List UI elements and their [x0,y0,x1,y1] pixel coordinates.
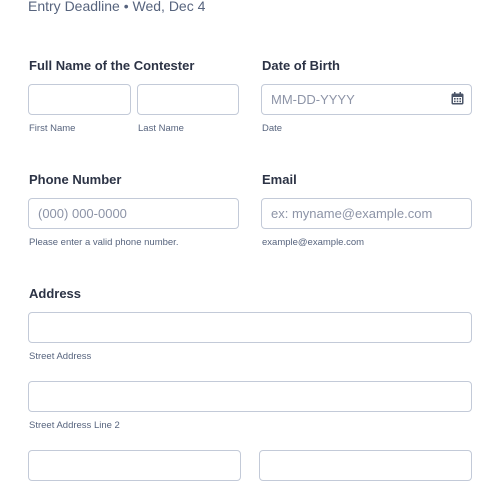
street-address-input[interactable] [28,312,472,343]
phone-number-input[interactable] [28,198,239,229]
date-sublabel: Date [262,123,283,134]
first-name-input[interactable] [28,84,131,115]
first-name-sublabel: First Name [29,123,76,134]
entry-deadline: Entry Deadline • Wed, Dec 4 [28,0,206,14]
phone-hint: Please enter a valid phone number. [29,237,179,248]
email-label: Email [262,172,297,187]
phone-number-label: Phone Number [29,172,122,187]
last-name-sublabel: Last Name [138,123,184,134]
last-name-input[interactable] [137,84,239,115]
street-address-line2-sublabel: Street Address Line 2 [29,420,120,431]
date-of-birth-input[interactable] [261,84,472,115]
email-hint: example@example.com [262,237,365,248]
full-name-label: Full Name of the Contester [29,58,195,73]
email-input[interactable] [261,198,472,229]
city-input[interactable] [28,450,241,481]
street-address-sublabel: Street Address [29,351,92,362]
street-address-line2-input[interactable] [28,381,472,412]
state-input[interactable] [259,450,472,481]
calendar-icon[interactable] [451,92,464,105]
address-label: Address [29,286,82,301]
date-of-birth-label: Date of Birth [262,58,340,73]
